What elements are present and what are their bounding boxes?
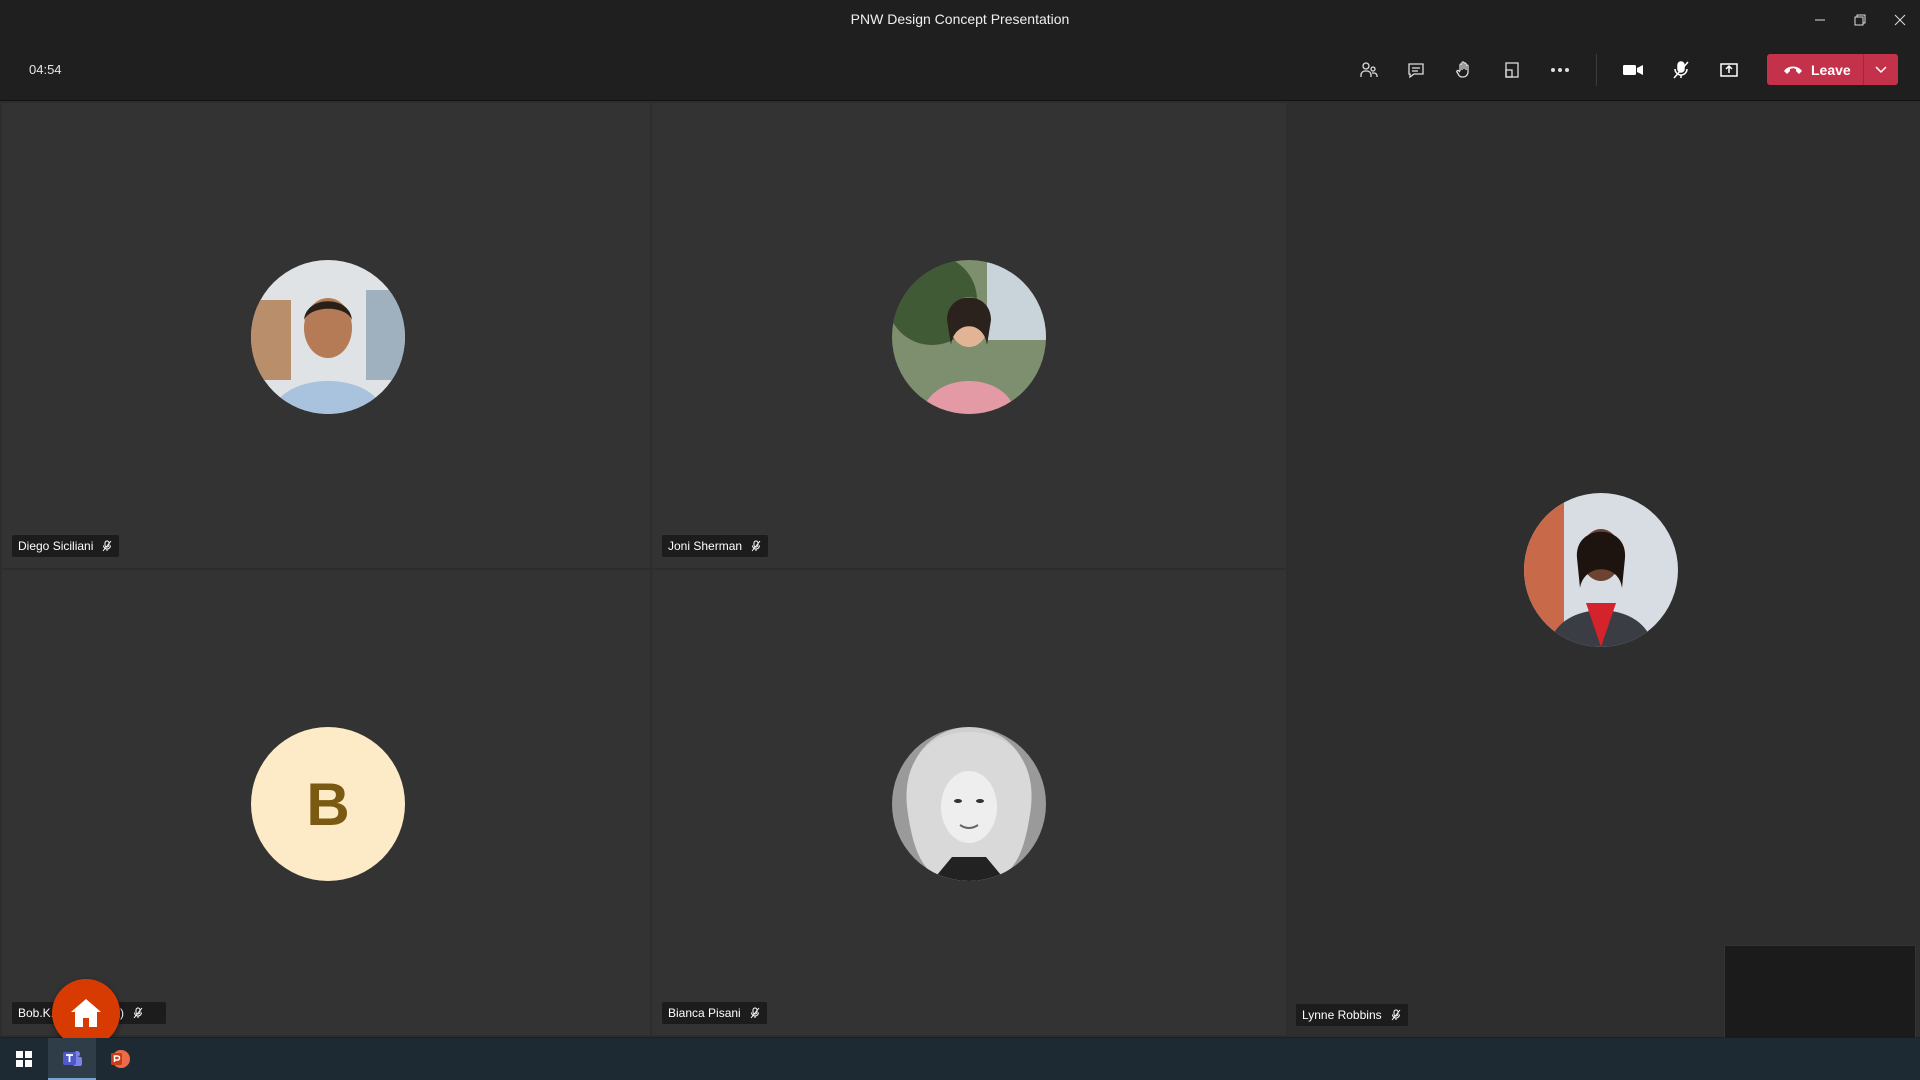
video-stage: Diego Siciliani Joni Sherman Lynne Robbi… [0, 101, 1920, 1037]
raise-hand-button[interactable] [1440, 50, 1488, 90]
restore-button[interactable] [1840, 0, 1880, 40]
participant-tile-joni[interactable]: Joni Sherman [652, 103, 1286, 568]
more-icon [1551, 68, 1569, 72]
leave-dropdown-button[interactable] [1864, 54, 1898, 85]
rooms-icon [1505, 62, 1519, 78]
mic-off-icon [1390, 1009, 1402, 1021]
chat-button[interactable] [1392, 50, 1440, 90]
powerpoint-icon [111, 1050, 130, 1068]
home-icon [71, 999, 101, 1027]
participant-tile-diego[interactable]: Diego Siciliani [2, 103, 650, 568]
hang-up-icon [1784, 66, 1802, 74]
meeting-controls [1344, 50, 1753, 90]
mic-off-icon [1673, 61, 1689, 79]
avatar [251, 260, 405, 414]
window-title: PNW Design Concept Presentation [850, 11, 1070, 27]
meeting-toolbar: 04:54 Leave [0, 40, 1920, 101]
rooms-button[interactable] [1488, 50, 1536, 90]
windows-logo-icon [16, 1051, 32, 1067]
participants-icon [1360, 62, 1378, 77]
share-button[interactable] [1705, 50, 1753, 90]
participant-tile-bianca[interactable]: Bianca Pisani [652, 570, 1286, 1035]
initial-avatar: B [251, 727, 405, 881]
participant-name: Lynne Robbins [1302, 1008, 1382, 1022]
toolbar-divider [1596, 54, 1597, 86]
start-button[interactable] [0, 1038, 48, 1080]
camera-button[interactable] [1609, 50, 1657, 90]
mic-off-icon [101, 540, 113, 552]
participants-button[interactable] [1344, 50, 1392, 90]
participant-name: Diego Siciliani [18, 539, 94, 553]
participant-name: Joni Sherman [668, 539, 743, 553]
chevron-down-icon [1875, 65, 1887, 73]
avatar [892, 727, 1046, 881]
meeting-timer: 04:54 [29, 62, 62, 77]
minimize-icon [1815, 19, 1825, 21]
leave-main-button[interactable]: Leave [1767, 54, 1863, 85]
mic-off-icon [132, 1007, 144, 1019]
more-options-button[interactable] [1536, 50, 1584, 90]
window-controls [1800, 0, 1920, 40]
close-icon [1894, 14, 1906, 26]
teams-icon [63, 1051, 82, 1066]
mic-off-icon [749, 1007, 761, 1019]
window-titlebar: PNW Design Concept Presentation [0, 0, 1920, 41]
restore-icon [1854, 14, 1866, 26]
participant-name: Bianca Pisani [668, 1006, 741, 1020]
avatar [1524, 493, 1678, 647]
mic-off-icon [750, 540, 762, 552]
participant-name: Bob.K. [18, 1006, 55, 1020]
close-button[interactable] [1880, 0, 1920, 40]
taskbar-powerpoint[interactable] [96, 1038, 144, 1080]
chat-icon [1408, 63, 1424, 79]
participant-tile-lynne[interactable]: Lynne Robbins [1288, 103, 1920, 1035]
self-video-preview[interactable] [1724, 945, 1916, 1040]
participant-name-chip: Bianca Pisani [662, 1002, 767, 1024]
avatar [892, 260, 1046, 414]
raise-hand-icon [1456, 61, 1469, 78]
taskbar [0, 1038, 1920, 1080]
participant-name-chip: Joni Sherman [662, 535, 769, 557]
home-button[interactable] [52, 979, 120, 1047]
leave-button[interactable]: Leave [1767, 54, 1898, 85]
participant-tile-bob[interactable]: B Bob.K. est) [2, 570, 650, 1035]
camera-icon [1623, 65, 1643, 75]
share-icon [1720, 63, 1738, 77]
mute-button[interactable] [1657, 50, 1705, 90]
participant-name-chip: Lynne Robbins [1296, 1004, 1408, 1026]
participant-name-chip: Diego Siciliani [12, 535, 120, 557]
minimize-button[interactable] [1800, 0, 1840, 40]
taskbar-teams[interactable] [48, 1038, 96, 1080]
leave-label: Leave [1811, 61, 1851, 78]
